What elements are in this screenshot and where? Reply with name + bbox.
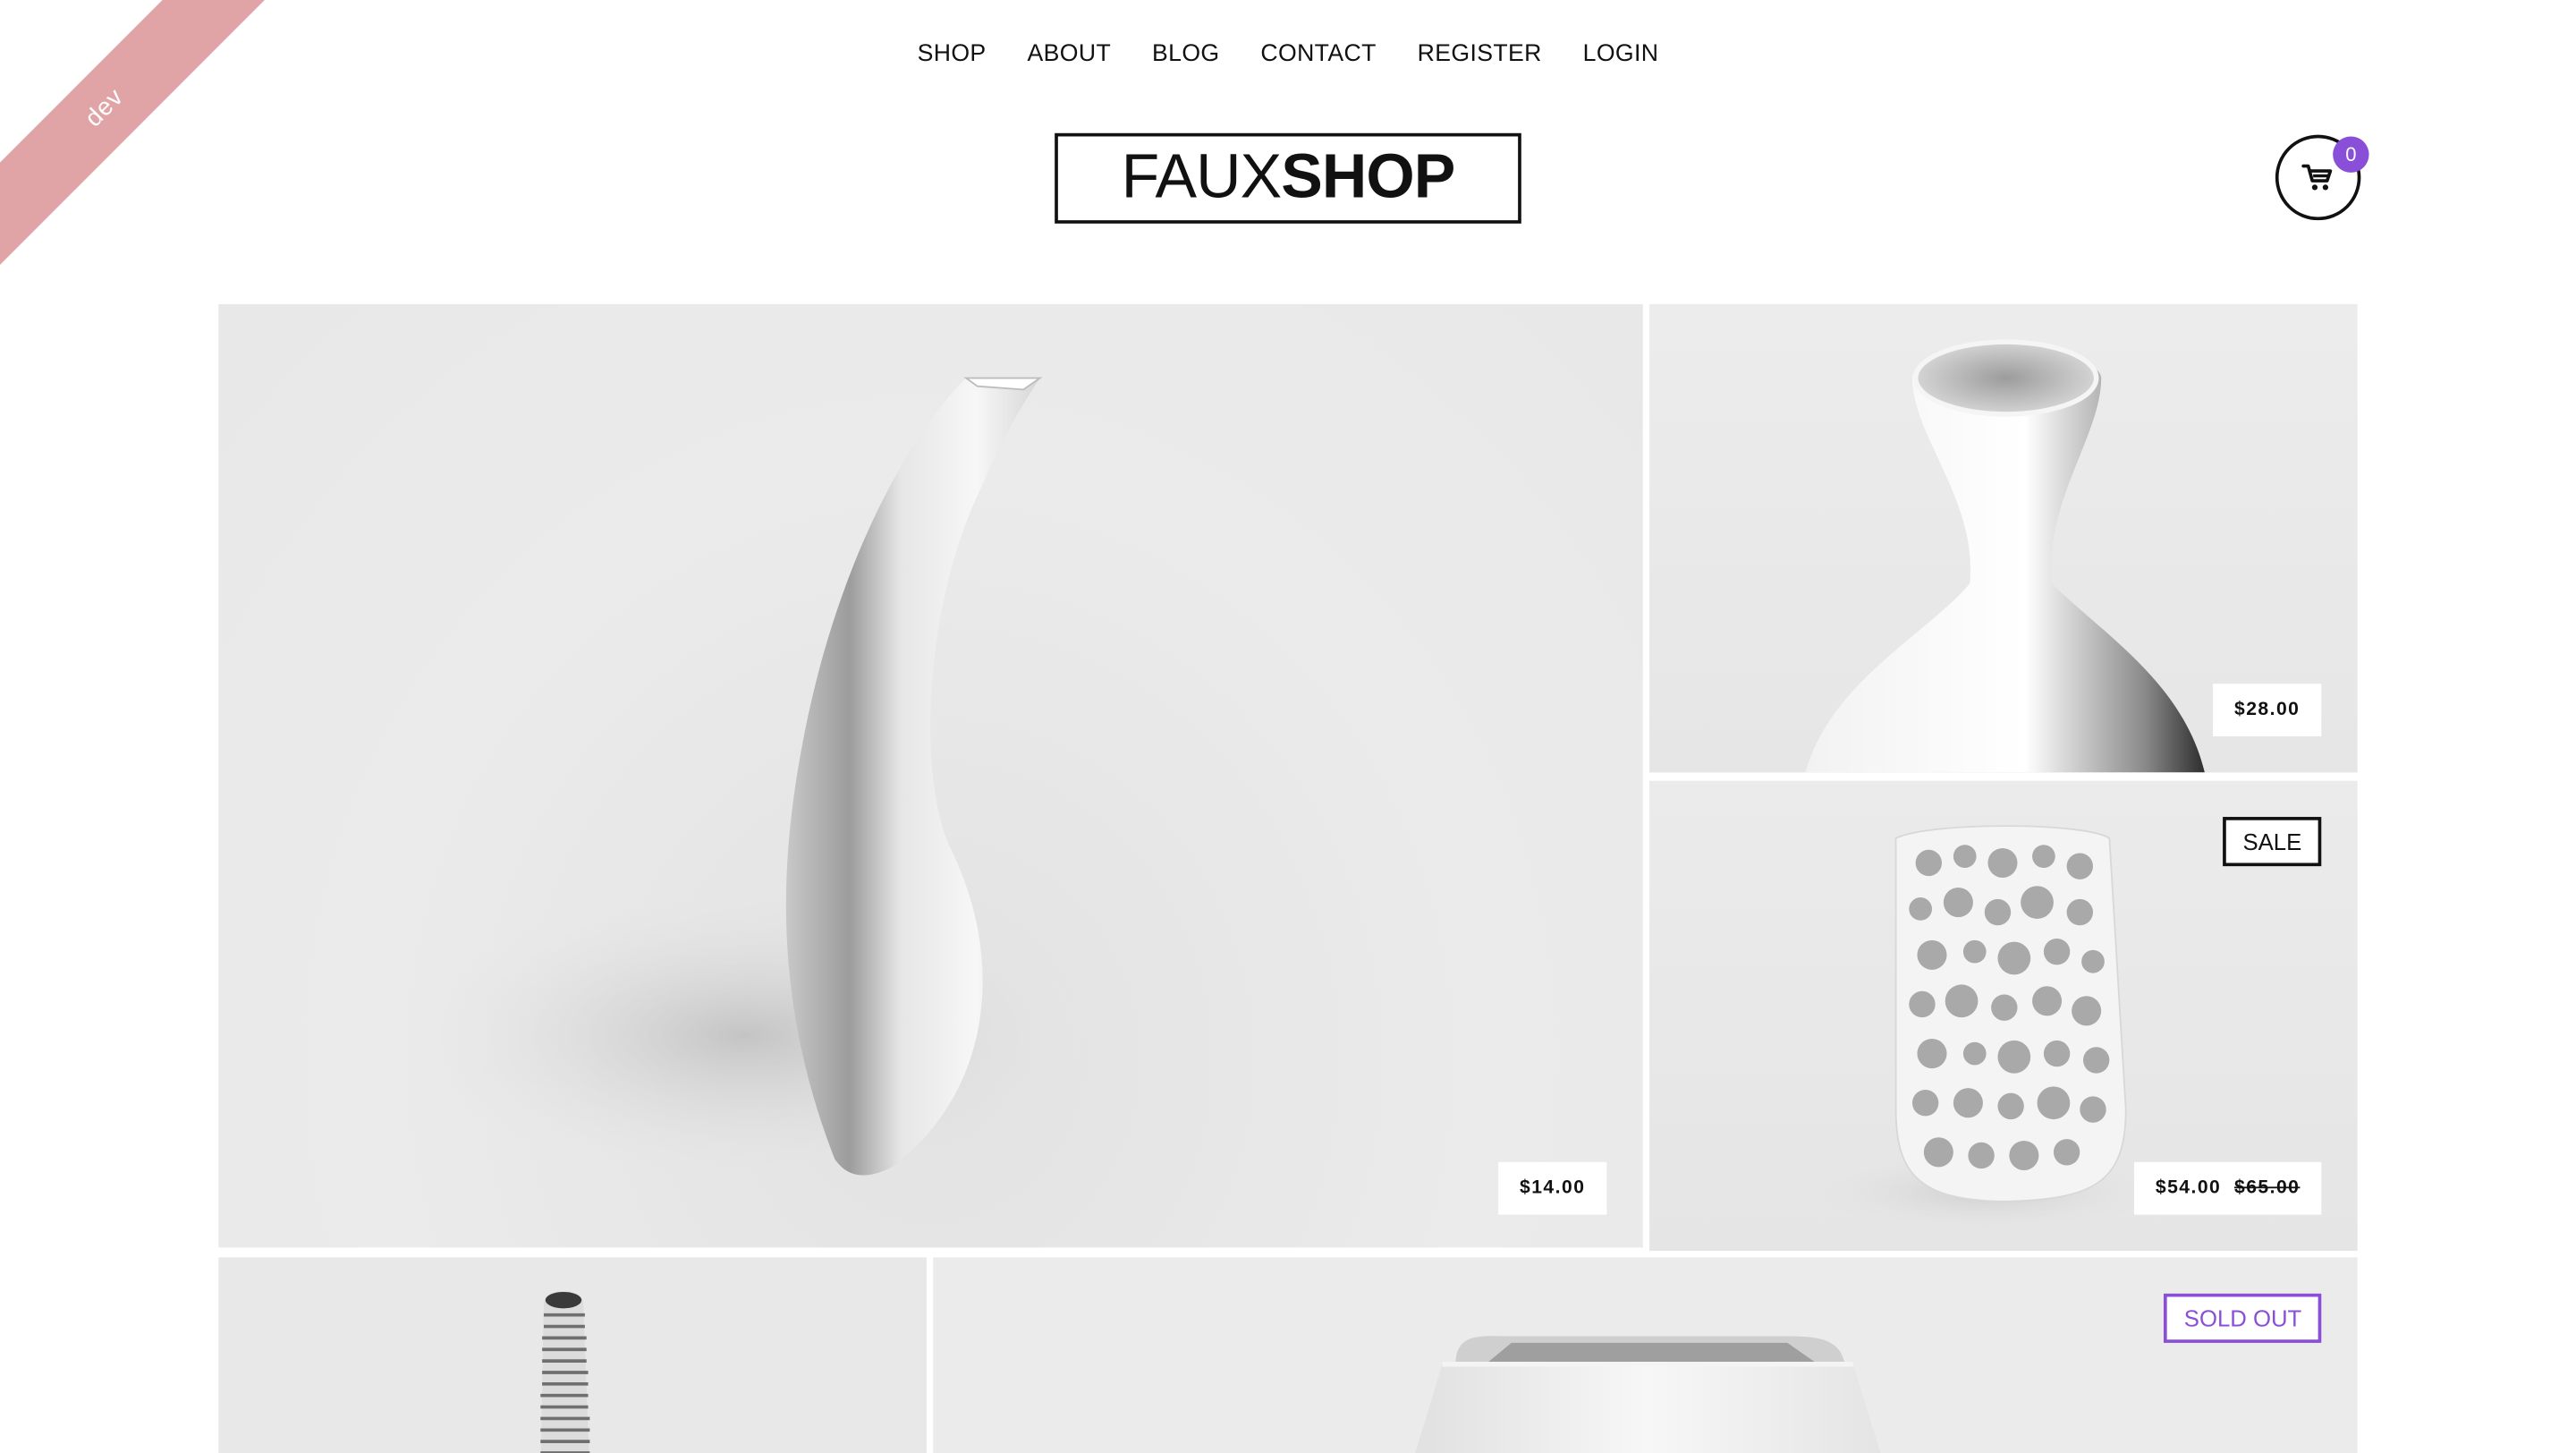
- product-tile-flask-vase[interactable]: $28.00: [1649, 303, 2358, 773]
- logo-text-shop: SHOP: [1281, 142, 1455, 212]
- nav-contact[interactable]: CONTACT: [1260, 36, 1376, 72]
- price: $28.00: [2233, 700, 2301, 720]
- old-price: $65.00: [2233, 1178, 2301, 1199]
- cart-count-badge: 0: [2333, 136, 2369, 173]
- nav-blog[interactable]: BLOG: [1152, 36, 1219, 72]
- price: $54.00: [2155, 1178, 2222, 1199]
- product-tile-curved-vase[interactable]: $14.00: [218, 303, 1643, 1248]
- product-tile-trapezoid-planter[interactable]: SOLD OUT: [933, 1257, 2358, 1453]
- nav-about[interactable]: ABOUT: [1028, 36, 1112, 72]
- product-tile-perforated-vase[interactable]: SALE $54.00 $65.00: [1649, 780, 2358, 1252]
- price: $14.00: [1520, 1178, 1586, 1199]
- logo-text-faux: FAUX: [1121, 142, 1283, 212]
- price-tag: $28.00: [2213, 684, 2322, 737]
- curved-vase-image: [399, 377, 1089, 1184]
- ribbed-tube-vase-image: [540, 1291, 590, 1453]
- nav-login[interactable]: LOGIN: [1583, 36, 1659, 72]
- main-nav: SHOP ABOUT BLOG CONTACT REGISTER LOGIN: [0, 36, 2576, 72]
- price-tag: $54.00 $65.00: [2133, 1161, 2322, 1215]
- nav-shop[interactable]: SHOP: [918, 36, 987, 72]
- cart-icon: [2301, 164, 2333, 191]
- trapezoid-planter-image: [1415, 1336, 1881, 1453]
- page: dev SHOP ABOUT BLOG CONTACT REGISTER LOG…: [0, 0, 2576, 1453]
- nav-register[interactable]: REGISTER: [1418, 36, 1542, 72]
- site-logo[interactable]: FAUX SHOP: [1055, 132, 1521, 224]
- sale-badge: SALE: [2223, 817, 2322, 867]
- sold-out-badge: SOLD OUT: [2164, 1293, 2322, 1343]
- product-tile-ribbed-tube-vase[interactable]: [218, 1257, 927, 1453]
- price-tag: $14.00: [1498, 1161, 1607, 1215]
